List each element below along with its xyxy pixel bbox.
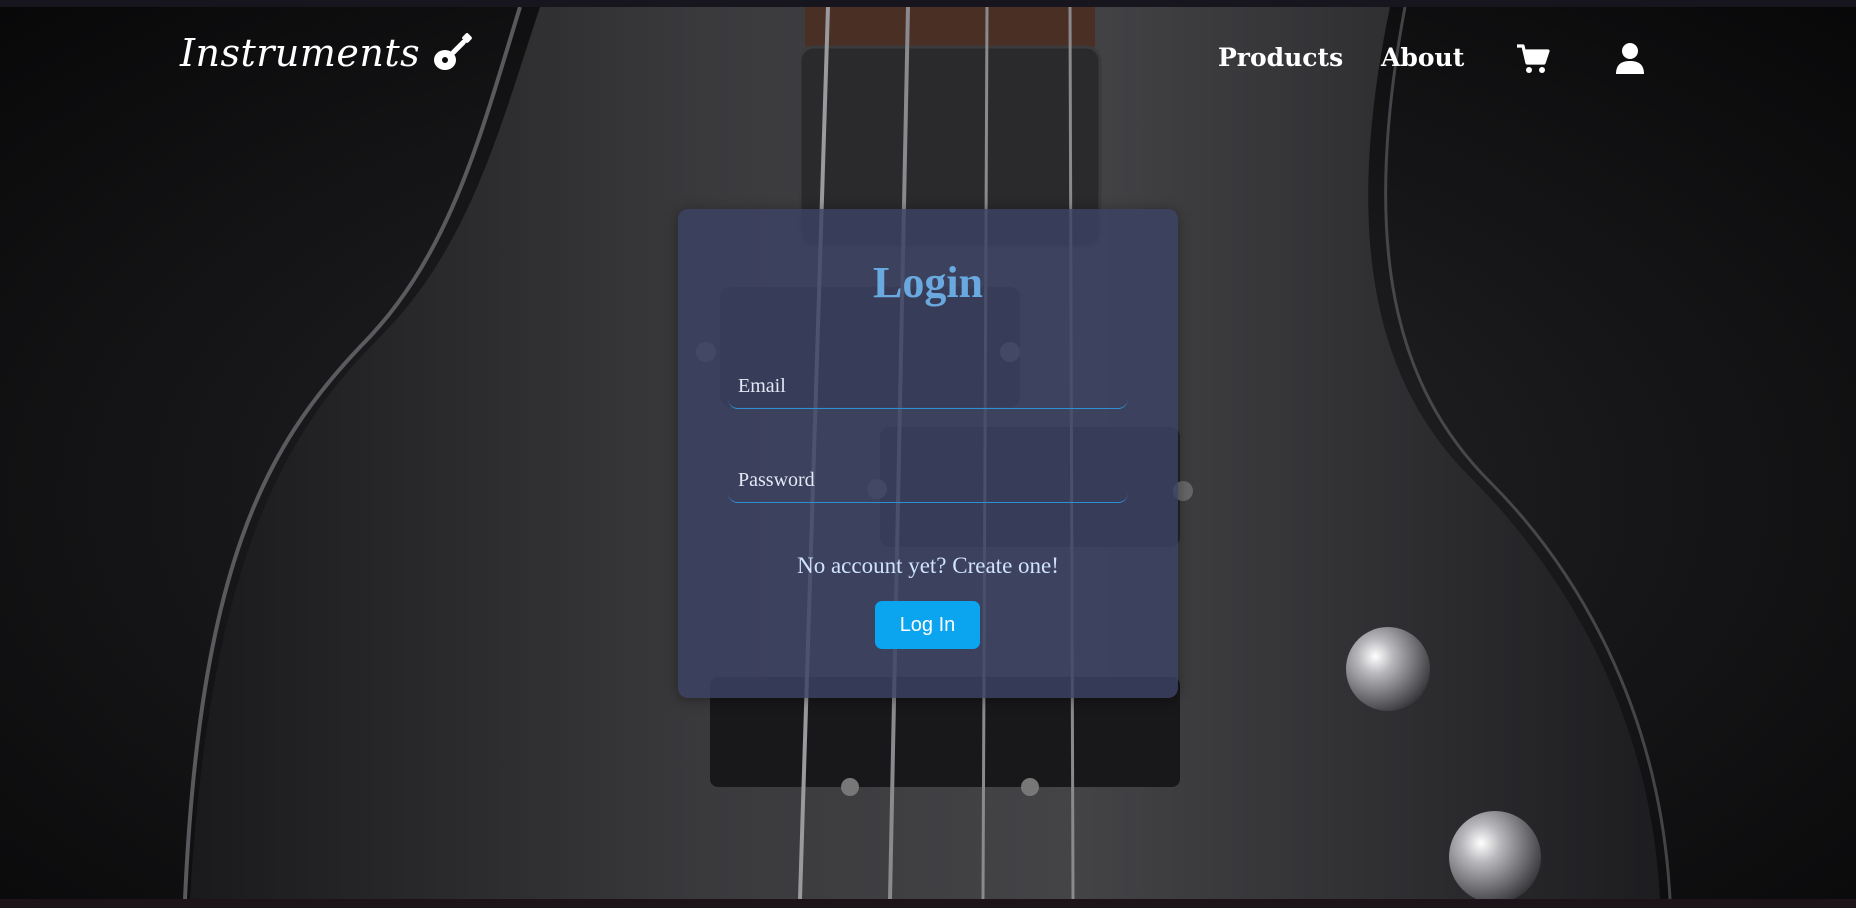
- create-account-link[interactable]: No account yet? Create one!: [678, 553, 1178, 579]
- password-field-wrapper: [728, 459, 1128, 503]
- email-input[interactable]: [728, 365, 1128, 408]
- email-field-wrapper: [728, 365, 1128, 409]
- brand-name: Instruments: [180, 31, 421, 75]
- user-icon[interactable]: [1612, 41, 1648, 77]
- guitar-icon: [430, 31, 474, 75]
- top-strip: [0, 0, 1856, 7]
- nav-about-link[interactable]: About: [1381, 43, 1464, 72]
- brand-logo[interactable]: Instruments: [180, 31, 474, 75]
- login-button[interactable]: Log In: [875, 601, 980, 649]
- nav-products-link[interactable]: Products: [1218, 43, 1343, 72]
- login-title: Login: [872, 258, 984, 307]
- bottom-strip: [0, 899, 1856, 908]
- password-input[interactable]: [728, 459, 1128, 502]
- top-navigation: Instruments Products About: [0, 7, 1856, 107]
- cart-icon[interactable]: [1515, 41, 1551, 77]
